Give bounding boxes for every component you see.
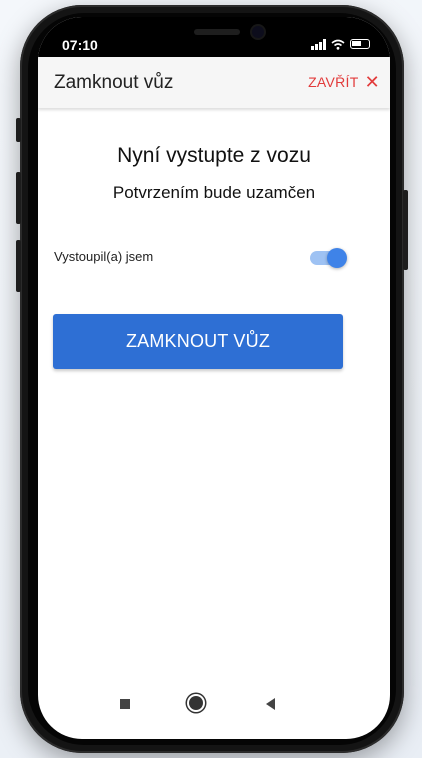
mute-switch bbox=[16, 118, 21, 142]
battery-icon bbox=[350, 39, 370, 49]
toggle-knob bbox=[327, 248, 347, 268]
status-time: 07:10 bbox=[62, 37, 98, 53]
android-nav-bar bbox=[38, 691, 390, 719]
nav-back-icon[interactable] bbox=[266, 698, 275, 710]
nav-recent-icon[interactable] bbox=[120, 699, 130, 709]
front-camera bbox=[252, 26, 264, 38]
nav-home-icon[interactable] bbox=[189, 696, 203, 710]
exit-confirm-label: Vystoupil(a) jsem bbox=[54, 249, 154, 264]
lock-car-button[interactable]: ZAMKNOUT VŮZ bbox=[53, 314, 343, 369]
close-icon: ✕ bbox=[364, 72, 380, 92]
signal-icon bbox=[311, 38, 326, 50]
instruction-heading: Nyní vystupte z vozu bbox=[117, 144, 311, 167]
volume-down-button bbox=[16, 240, 21, 292]
volume-up-button bbox=[16, 172, 21, 224]
page-title: Zamknout vůz bbox=[54, 72, 174, 93]
close-button[interactable]: ZAVŘÍT ✕ bbox=[308, 72, 380, 92]
status-bar: 07:10 bbox=[38, 17, 390, 57]
exit-confirm-toggle[interactable] bbox=[310, 248, 347, 268]
close-label: ZAVŘÍT bbox=[308, 74, 359, 90]
speaker-grille bbox=[194, 29, 240, 35]
status-icons bbox=[311, 38, 370, 50]
instruction-subheading: Potvrzením bude uzamčen bbox=[112, 183, 316, 202]
power-button bbox=[403, 190, 408, 270]
wifi-icon bbox=[331, 39, 345, 50]
notch bbox=[114, 17, 310, 55]
phone-screen: 07:10 Zamknout vůz ZAVŘÍT ✕ Nyní vystupt… bbox=[38, 17, 390, 739]
app-bar: Zamknout vůz ZAVŘÍT ✕ bbox=[38, 57, 390, 108]
